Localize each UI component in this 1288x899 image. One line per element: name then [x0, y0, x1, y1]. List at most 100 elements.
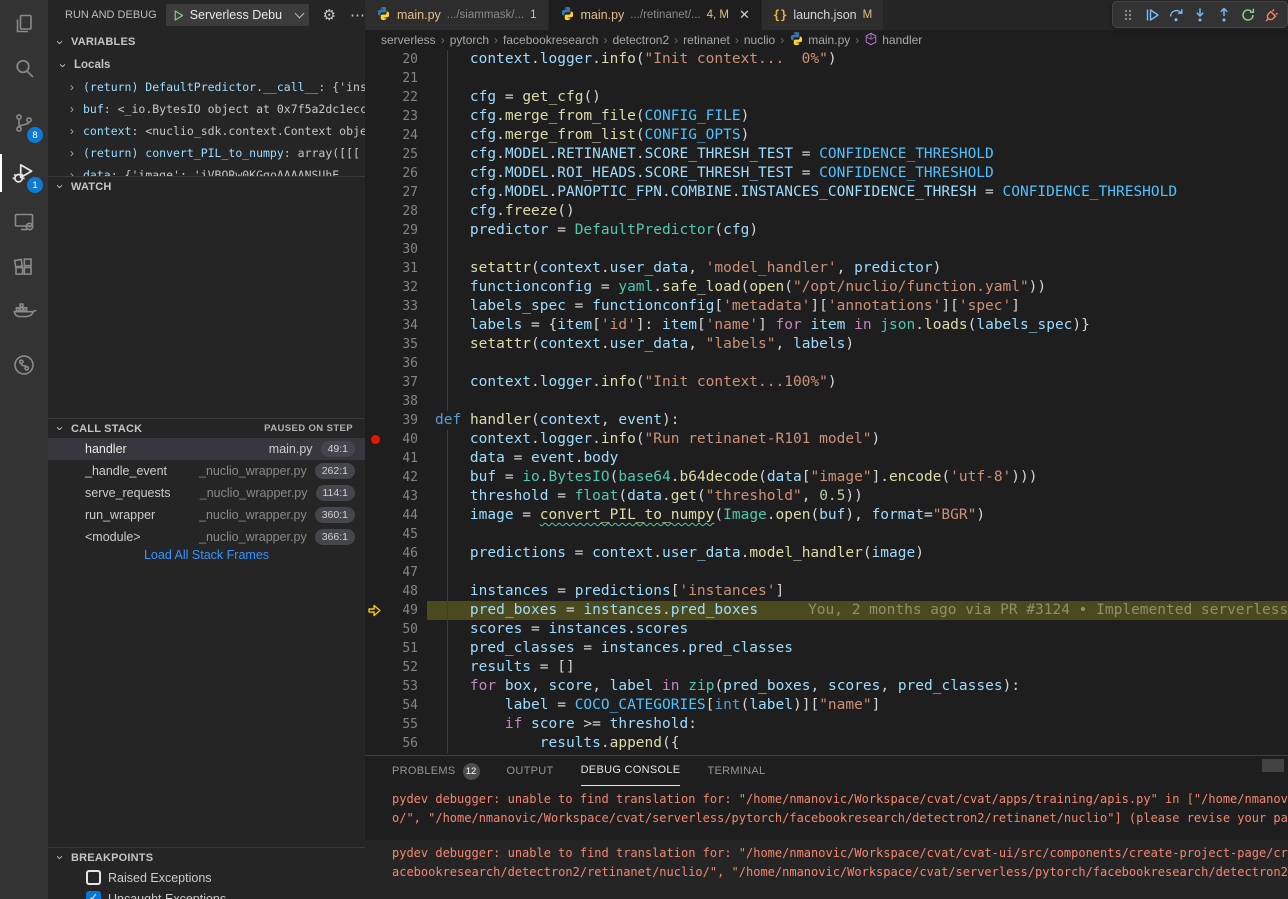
- variables-scope-locals[interactable]: › Locals: [48, 54, 365, 76]
- step-over-button[interactable]: [1164, 3, 1188, 27]
- activity-search-icon[interactable]: [0, 44, 48, 92]
- variable-row[interactable]: ›(return) DefaultPredictor.__call__: {'i…: [48, 76, 365, 98]
- code-line[interactable]: 36: [365, 354, 1288, 373]
- code-line[interactable]: 27 cfg.MODEL.PANOPTIC_FPN.COMBINE.INSTAN…: [365, 183, 1288, 202]
- code-editor[interactable]: 20 context.logger.info("Init context... …: [365, 50, 1288, 753]
- breadcrumb-segment[interactable]: handler: [864, 32, 922, 49]
- console-message[interactable]: pydev debugger: unable to find translati…: [365, 840, 1288, 899]
- call-stack-frame[interactable]: handlermain.py49:1: [48, 438, 365, 460]
- checkbox[interactable]: [86, 870, 101, 885]
- variable-row[interactable]: ›(return) convert_PIL_to_numpy: array([[…: [48, 142, 365, 164]
- line-number[interactable]: 38: [365, 392, 418, 411]
- panel-tab-problems[interactable]: PROBLEMS12: [392, 757, 480, 786]
- panel-tab-output[interactable]: OUTPUT: [507, 757, 554, 786]
- code-line[interactable]: 48 instances = predictions['instances']: [365, 582, 1288, 601]
- disconnect-button[interactable]: [1260, 3, 1284, 27]
- watch-section-header[interactable]: › WATCH: [48, 176, 365, 196]
- breadcrumb-segment[interactable]: serverless: [381, 33, 436, 47]
- activity-remote-explorer-icon[interactable]: [0, 198, 48, 246]
- debug-config-dropdown[interactable]: Serverless Debu: [166, 4, 309, 26]
- code-line[interactable]: 43 threshold = float(data.get("threshold…: [365, 487, 1288, 506]
- activity-docker-icon[interactable]: [0, 286, 48, 334]
- variable-row[interactable]: ›data: {'image': 'iVBORw0KGgoAAAANSUhE…: [48, 164, 365, 176]
- gear-icon[interactable]: ⚙: [323, 6, 336, 24]
- breakpoints-section-header[interactable]: › BREAKPOINTS: [48, 847, 365, 867]
- code-line[interactable]: 45: [365, 525, 1288, 544]
- line-number[interactable]: 45: [365, 525, 418, 544]
- breadcrumb-segment[interactable]: pytorch: [450, 33, 489, 47]
- checkbox[interactable]: ✓: [86, 891, 101, 899]
- code-line[interactable]: 33 labels_spec = functionconfig['metadat…: [365, 297, 1288, 316]
- variables-section-header[interactable]: › VARIABLES: [48, 32, 365, 52]
- call-stack-frame[interactable]: run_wrapper_nuclio_wrapper.py360:1: [48, 504, 365, 526]
- call-stack-frame[interactable]: serve_requests_nuclio_wrapper.py114:1: [48, 482, 365, 504]
- call-stack-section-header[interactable]: › CALL STACK PAUSED ON STEP: [48, 418, 365, 438]
- line-number[interactable]: 36: [365, 354, 418, 373]
- restart-button[interactable]: [1236, 3, 1260, 27]
- code-line[interactable]: 56 results.append({: [365, 734, 1288, 753]
- activity-source-control-icon[interactable]: 8: [0, 99, 48, 147]
- code-line[interactable]: 32 functionconfig = yaml.safe_load(open(…: [365, 278, 1288, 297]
- step-into-button[interactable]: [1188, 3, 1212, 27]
- code-line[interactable]: 28 cfg.freeze(): [365, 202, 1288, 221]
- breadcrumb-segment[interactable]: main.py: [789, 31, 850, 49]
- code-line[interactable]: 24 cfg.merge_from_list(CONFIG_OPTS): [365, 126, 1288, 145]
- console-message[interactable]: pydev debugger: unable to find translati…: [365, 786, 1288, 840]
- call-stack-frame[interactable]: <module>_nuclio_wrapper.py366:1: [48, 526, 365, 548]
- code-line[interactable]: 49 pred_boxes = instances.pred_boxesYou,…: [365, 601, 1288, 620]
- chevron-collapsed-icon[interactable]: ›: [70, 77, 83, 98]
- activity-explorer-icon[interactable]: [0, 0, 48, 48]
- code-line[interactable]: 40 context.logger.info("Run retinanet-R1…: [365, 430, 1288, 449]
- panel-tab-terminal[interactable]: TERMINAL: [707, 757, 765, 786]
- chevron-collapsed-icon[interactable]: ›: [70, 121, 83, 142]
- code-line[interactable]: 31 setattr(context.user_data, 'model_han…: [365, 259, 1288, 278]
- code-line[interactable]: 46 predictions = context.user_data.model…: [365, 544, 1288, 563]
- activity-run-and-debug-icon[interactable]: 1: [0, 149, 48, 197]
- code-line[interactable]: 38: [365, 392, 1288, 411]
- toolbar-gripper[interactable]: [1116, 3, 1140, 27]
- code-line[interactable]: 26 cfg.MODEL.ROI_HEADS.SCORE_THRESH_TEST…: [365, 164, 1288, 183]
- debug-start-icon[interactable]: [172, 9, 185, 22]
- code-line[interactable]: 42 buf = io.BytesIO(base64.b64decode(dat…: [365, 468, 1288, 487]
- close-icon[interactable]: ✕: [739, 7, 750, 23]
- variable-row[interactable]: ›context: <nuclio_sdk.context.Context ob…: [48, 120, 365, 142]
- code-line[interactable]: 22 cfg = get_cfg(): [365, 88, 1288, 107]
- code-line[interactable]: 25 cfg.MODEL.RETINANET.SCORE_THRESH_TEST…: [365, 145, 1288, 164]
- code-line[interactable]: 35 setattr(context.user_data, "labels", …: [365, 335, 1288, 354]
- line-number[interactable]: 47: [365, 563, 418, 582]
- code-line[interactable]: 41 data = event.body: [365, 449, 1288, 468]
- code-line[interactable]: 55 if score >= threshold:: [365, 715, 1288, 734]
- chevron-collapsed-icon[interactable]: ›: [70, 99, 83, 120]
- variable-row[interactable]: ›buf: <_io.BytesIO object at 0x7f5a2dc1e…: [48, 98, 365, 120]
- code-line[interactable]: 37 context.logger.info("Init context...1…: [365, 373, 1288, 392]
- breadcrumb-segment[interactable]: detectron2: [612, 33, 669, 47]
- more-actions-icon[interactable]: ⋯: [350, 6, 365, 24]
- activity-extensions-icon[interactable]: [0, 244, 48, 292]
- code-line[interactable]: 47: [365, 563, 1288, 582]
- breadcrumb-segment[interactable]: nuclio: [744, 33, 775, 47]
- line-number[interactable]: 30: [365, 240, 418, 259]
- code-line[interactable]: 50 scores = instances.scores: [365, 620, 1288, 639]
- continue-button[interactable]: [1140, 3, 1164, 27]
- call-stack-frame[interactable]: _handle_event_nuclio_wrapper.py262:1: [48, 460, 365, 482]
- code-line[interactable]: 34 labels = {item['id']: item['name'] fo…: [365, 316, 1288, 335]
- breadcrumb-segment[interactable]: retinanet: [683, 33, 730, 47]
- breakpoint-row[interactable]: ✓Uncaught Exceptions: [48, 888, 365, 899]
- code-line[interactable]: 53 for box, score, label in zip(pred_box…: [365, 677, 1288, 696]
- code-line[interactable]: 29 predictor = DefaultPredictor(cfg): [365, 221, 1288, 240]
- code-line[interactable]: 39def handler(context, event):: [365, 411, 1288, 430]
- editor-tab[interactable]: {}launch.jsonM: [762, 0, 884, 30]
- code-line[interactable]: 51 pred_classes = instances.pred_classes: [365, 639, 1288, 658]
- editor-tab[interactable]: main.py.../siammask/...1: [365, 0, 549, 30]
- code-line[interactable]: 30: [365, 240, 1288, 259]
- editor-tab[interactable]: main.py.../retinanet/...4, M✕: [549, 0, 762, 30]
- load-all-stack-frames-link[interactable]: Load All Stack Frames: [48, 548, 365, 562]
- code-line[interactable]: 54 label = COCO_CATEGORIES[int(label)]["…: [365, 696, 1288, 715]
- code-line[interactable]: 23 cfg.merge_from_file(CONFIG_FILE): [365, 107, 1288, 126]
- breadcrumb-segment[interactable]: facebookresearch: [503, 33, 598, 47]
- code-line[interactable]: 20 context.logger.info("Init context... …: [365, 50, 1288, 69]
- panel-tab-debug-console[interactable]: DEBUG CONSOLE: [581, 757, 681, 786]
- step-out-button[interactable]: [1212, 3, 1236, 27]
- line-number[interactable]: 21: [365, 69, 418, 88]
- breakpoint-row[interactable]: Raised Exceptions: [48, 867, 365, 888]
